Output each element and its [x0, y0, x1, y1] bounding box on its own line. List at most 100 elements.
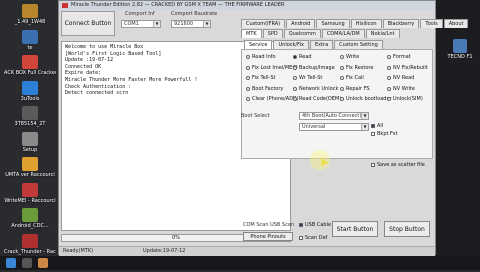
option-radio[interactable]: NV Fix/Rebuilt — [387, 65, 428, 71]
option-radio[interactable]: Network Unlock — [293, 86, 338, 92]
option-radio[interactable]: NV Read — [387, 75, 414, 81]
option-radio[interactable]: Format — [387, 54, 411, 60]
tab-android[interactable]: Android — [286, 19, 316, 28]
tab-samsung[interactable]: Samsung — [316, 19, 350, 28]
window-titlebar[interactable]: Miracle Thunder Edition 2.82 — CRACKED B… — [59, 1, 435, 10]
connect-button[interactable]: Connect Button — [61, 11, 115, 36]
shortcut-label: te — [27, 44, 33, 51]
status-bar: Ready(MTK) Update:19-07-12 — [59, 246, 435, 256]
option-radio[interactable]: Unlock(SIM) — [387, 96, 423, 102]
status-left: Ready(MTK) — [63, 248, 94, 254]
service-options-panel: Read Info Read Write Format Fix Lost Imei/ME… — [241, 49, 433, 159]
tab-blackberry[interactable]: Blackberry — [382, 19, 420, 28]
taskbar-app-icon[interactable] — [38, 258, 48, 268]
chevron-down-icon: ▼ — [361, 124, 368, 130]
tab-custom-ifra-[interactable]: Custom(IFRA) — [241, 19, 286, 28]
tab-custom-setting[interactable]: Custom Setting — [334, 40, 383, 49]
option-radio[interactable]: NV Write — [387, 86, 415, 92]
desktop-shortcut[interactable]: TECNO F1 — [440, 36, 480, 76]
checkbox-box — [371, 124, 375, 128]
shortcut-label: _1.49_1W48 — [14, 19, 46, 25]
chevron-down-icon: ▼ — [203, 21, 210, 27]
start-button[interactable]: Start Button — [332, 221, 378, 237]
tab-mtk[interactable]: MTK — [241, 29, 262, 38]
universal-select[interactable]: Universal ▼ — [299, 123, 369, 131]
option-radio[interactable]: Read Info — [246, 54, 276, 60]
boot-select[interactable]: 4th Boot(Auto Connect) ▼ — [299, 112, 369, 120]
shortcut-icon — [22, 131, 38, 146]
chevron-down-icon: ▼ — [361, 113, 368, 119]
option-label: NV Write — [393, 85, 415, 92]
com-usb-scan-label[interactable]: COM Scan USB Scan — [243, 222, 294, 228]
shortcut-label: UMTA ver Raccourci — [5, 172, 55, 178]
option-radio[interactable]: Fix Restore — [340, 65, 373, 71]
usb-cable-checkbox[interactable]: USB Cable — [299, 222, 331, 228]
taskbar-app-icon[interactable] — [22, 258, 32, 268]
save-scatter-label: Save as scatter file — [377, 162, 425, 168]
option-radio[interactable]: Clear (Phone/ADB) — [246, 96, 298, 102]
save-scatter-checkbox[interactable]: Save as scatter file — [371, 162, 425, 168]
start-icon[interactable] — [6, 258, 16, 268]
option-radio[interactable]: Backup/Image — [293, 65, 335, 71]
shortcut-icon — [22, 157, 38, 171]
usb-cable-label: USB Cable — [305, 222, 332, 228]
option-radio[interactable]: Unlock bootloader — [340, 96, 392, 102]
shortcut-label: 3uTools — [20, 95, 40, 102]
tab-extra[interactable]: Extra — [309, 40, 334, 49]
checkbox-box — [299, 223, 303, 227]
radio-dot — [246, 65, 250, 70]
tab-tools[interactable]: Tools — [420, 19, 443, 28]
all-checkbox[interactable]: All — [371, 123, 383, 129]
option-radio[interactable]: Fix Tell-St — [246, 75, 275, 81]
universal-value: Universal — [302, 124, 326, 130]
tab-service[interactable]: Service — [244, 40, 273, 49]
shortcut-label: Crack_Thunder - Raccourci — [4, 248, 56, 255]
radio-dot — [293, 76, 297, 80]
bkpt-checkbox[interactable]: Bkpt Fst — [371, 131, 398, 137]
option-label: Read — [299, 54, 312, 60]
radio-dot — [387, 65, 391, 70]
tab-nokia-lnt[interactable]: Nokia/Lnt — [365, 29, 400, 38]
shortcut-icon — [22, 4, 38, 18]
tab-spd[interactable]: SPD — [262, 29, 283, 38]
option-radio[interactable]: Boot Factory — [246, 86, 283, 92]
option-radio[interactable]: Read — [293, 54, 312, 60]
option-label: Read Info — [252, 54, 276, 60]
option-radio[interactable]: Fix Lost Imei/MEID — [246, 65, 298, 71]
option-radio[interactable]: Write — [340, 54, 359, 60]
shortcut-icon — [22, 233, 38, 248]
option-label: Format — [393, 54, 411, 60]
radio-dot — [387, 97, 391, 101]
option-radio[interactable]: Repair FS — [340, 86, 370, 92]
scan-def-checkbox[interactable]: Scan Def — [299, 235, 327, 241]
tab-cdma-la-dm[interactable]: CDMA/LA/DM — [321, 29, 365, 38]
shortcut-label: TECNO F1 — [447, 54, 473, 60]
shortcut-icon — [22, 106, 38, 120]
radio-dot — [340, 86, 344, 91]
taskbar — [0, 256, 480, 270]
option-label: Backup/Image — [299, 64, 335, 71]
tab-about[interactable]: About — [443, 19, 469, 28]
comport-select[interactable]: COM1 ▼ — [121, 20, 161, 28]
stop-button[interactable]: Stop Button — [384, 221, 430, 237]
checkbox-box — [371, 132, 375, 136]
shortcut-label: Setup — [22, 146, 38, 153]
comport-label: Comport Inf — [125, 11, 155, 17]
option-radio[interactable]: Fix Call — [340, 75, 364, 81]
comport-value: COM1 — [124, 21, 139, 27]
tab-qualcomm[interactable]: Qualcomm — [283, 29, 321, 38]
option-label: Fix Call — [346, 75, 364, 81]
shortcut-icon — [22, 80, 38, 95]
option-radio[interactable]: Read Code(OEM) — [293, 96, 341, 102]
phone-pinouts-button[interactable]: Phone Pinouts — [243, 232, 293, 241]
window-title: Miracle Thunder Edition 2.82 — CRACKED B… — [71, 2, 285, 8]
option-label: Read Code(OEM) — [299, 96, 342, 102]
tab-hisilicon[interactable]: Hisilicon — [350, 19, 382, 28]
third-tabs: Service Unlock/Fix Extra Custom Setting — [244, 40, 384, 49]
option-label: Repair FS — [346, 85, 370, 92]
radio-dot — [340, 76, 344, 80]
baudrate-select[interactable]: 921600 ▼ — [171, 20, 211, 28]
shortcut-icon — [22, 55, 38, 69]
tab-unlock-fix[interactable]: Unlock/Fix — [273, 40, 309, 49]
option-radio[interactable]: Wr Tell-St — [293, 75, 322, 81]
